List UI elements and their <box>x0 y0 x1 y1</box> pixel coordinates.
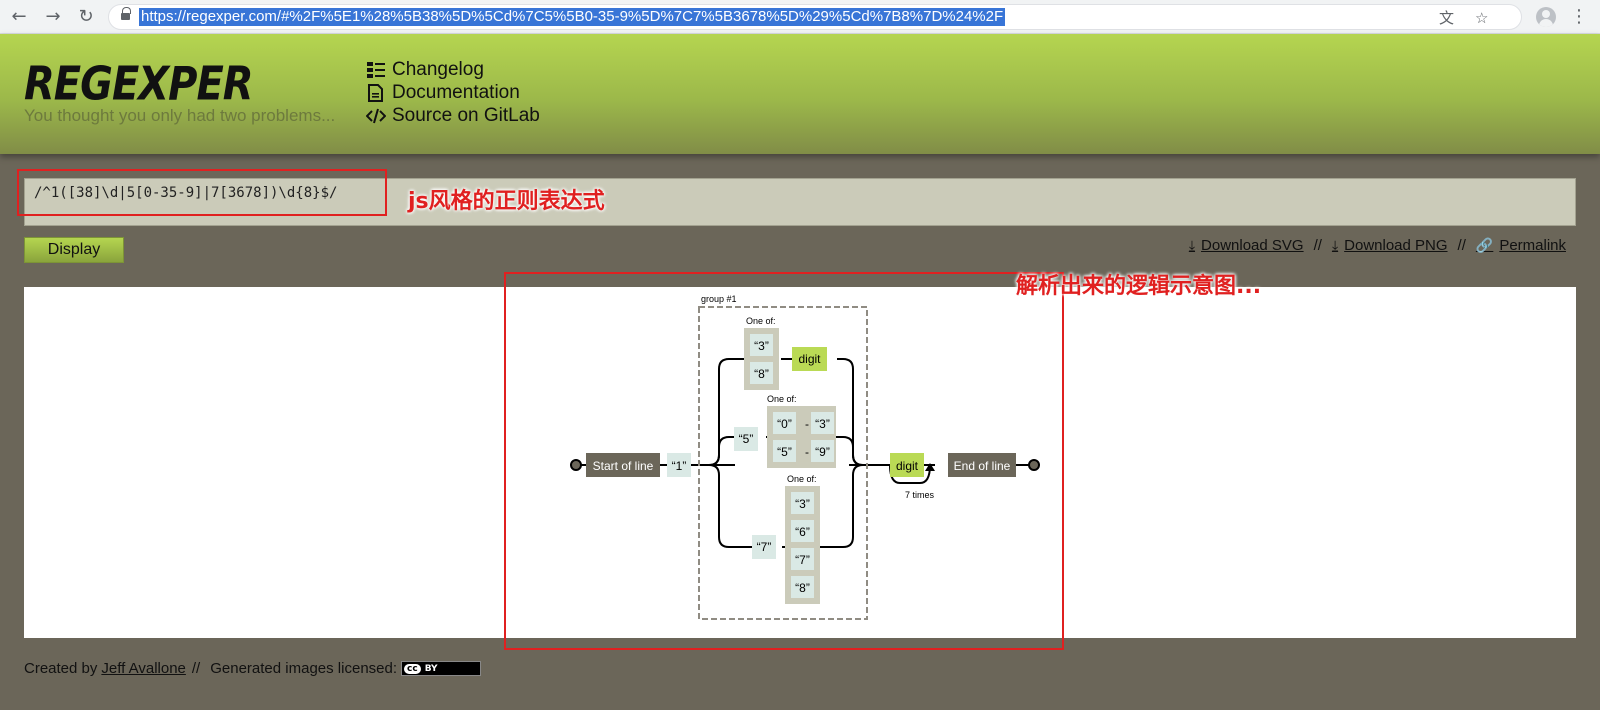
separator: // <box>191 660 201 677</box>
menu-icon[interactable]: ⋮ <box>1570 6 1588 28</box>
lock-icon <box>121 7 131 21</box>
cc-license-badge[interactable]: cc BY <box>401 661 482 676</box>
address-bar[interactable]: https://regexper.com/#%2F%5E1%28%5B38%5D… <box>108 4 1522 30</box>
diagram-highlight-box <box>504 272 1064 650</box>
changelog-link[interactable]: Changelog <box>366 58 540 81</box>
header-nav: Changelog Documentation Source on GitLab <box>365 58 540 127</box>
site-tagline: You thought you only had two problems... <box>24 106 336 125</box>
browser-toolbar: ← → ↻ https://regexper.com/#%2F%5E1%28%5… <box>0 0 1600 34</box>
created-by-text: Created by <box>24 660 98 677</box>
forward-icon[interactable]: → <box>42 6 64 28</box>
site-header: REGEXPER You thought you only had two pr… <box>0 34 1600 154</box>
source-link[interactable]: Source on GitLab <box>365 104 540 127</box>
download-svg-link[interactable]: ⤓ Download SVG <box>1189 237 1304 254</box>
permalink-link[interactable]: 🔗 Permalink <box>1476 237 1566 254</box>
license-text: Generated images licensed: <box>210 660 398 677</box>
list-icon <box>366 61 386 79</box>
download-png-link[interactable]: ⤓ Download PNG <box>1332 237 1448 254</box>
download-icon: ⤓ <box>1188 237 1196 253</box>
download-links: ⤓ Download SVG // ⤓ Download PNG // 🔗 Perma… <box>1189 237 1566 254</box>
document-icon <box>366 83 386 102</box>
author-link[interactable]: Jeff Avallone <box>101 660 186 677</box>
link-icon: 🔗 <box>1475 237 1494 253</box>
reload-icon[interactable]: ↻ <box>75 6 97 28</box>
profile-avatar-icon[interactable] <box>1536 7 1556 27</box>
regex-annotation: js风格的正则表达式 <box>408 189 605 214</box>
regex-highlight-box <box>17 169 387 216</box>
url-text[interactable]: https://regexper.com/#%2F%5E1%28%5B38%5D… <box>139 8 1006 26</box>
code-icon <box>365 107 387 125</box>
translate-icon[interactable]: 文 <box>1439 9 1454 27</box>
site-footer: Created by Jeff Avallone // Generated im… <box>24 660 482 677</box>
documentation-link[interactable]: Documentation <box>366 81 540 104</box>
separator: // <box>1313 237 1322 254</box>
download-icon: ⤓ <box>1331 237 1339 253</box>
site-logo[interactable]: REGEXPER <box>24 58 254 111</box>
separator: // <box>1457 237 1466 254</box>
back-icon[interactable]: ← <box>8 6 30 28</box>
diagram-annotation: 解析出来的逻辑示意图... <box>1016 274 1262 299</box>
star-icon[interactable]: ☆ <box>1475 9 1488 27</box>
display-button[interactable]: Display <box>24 237 124 263</box>
